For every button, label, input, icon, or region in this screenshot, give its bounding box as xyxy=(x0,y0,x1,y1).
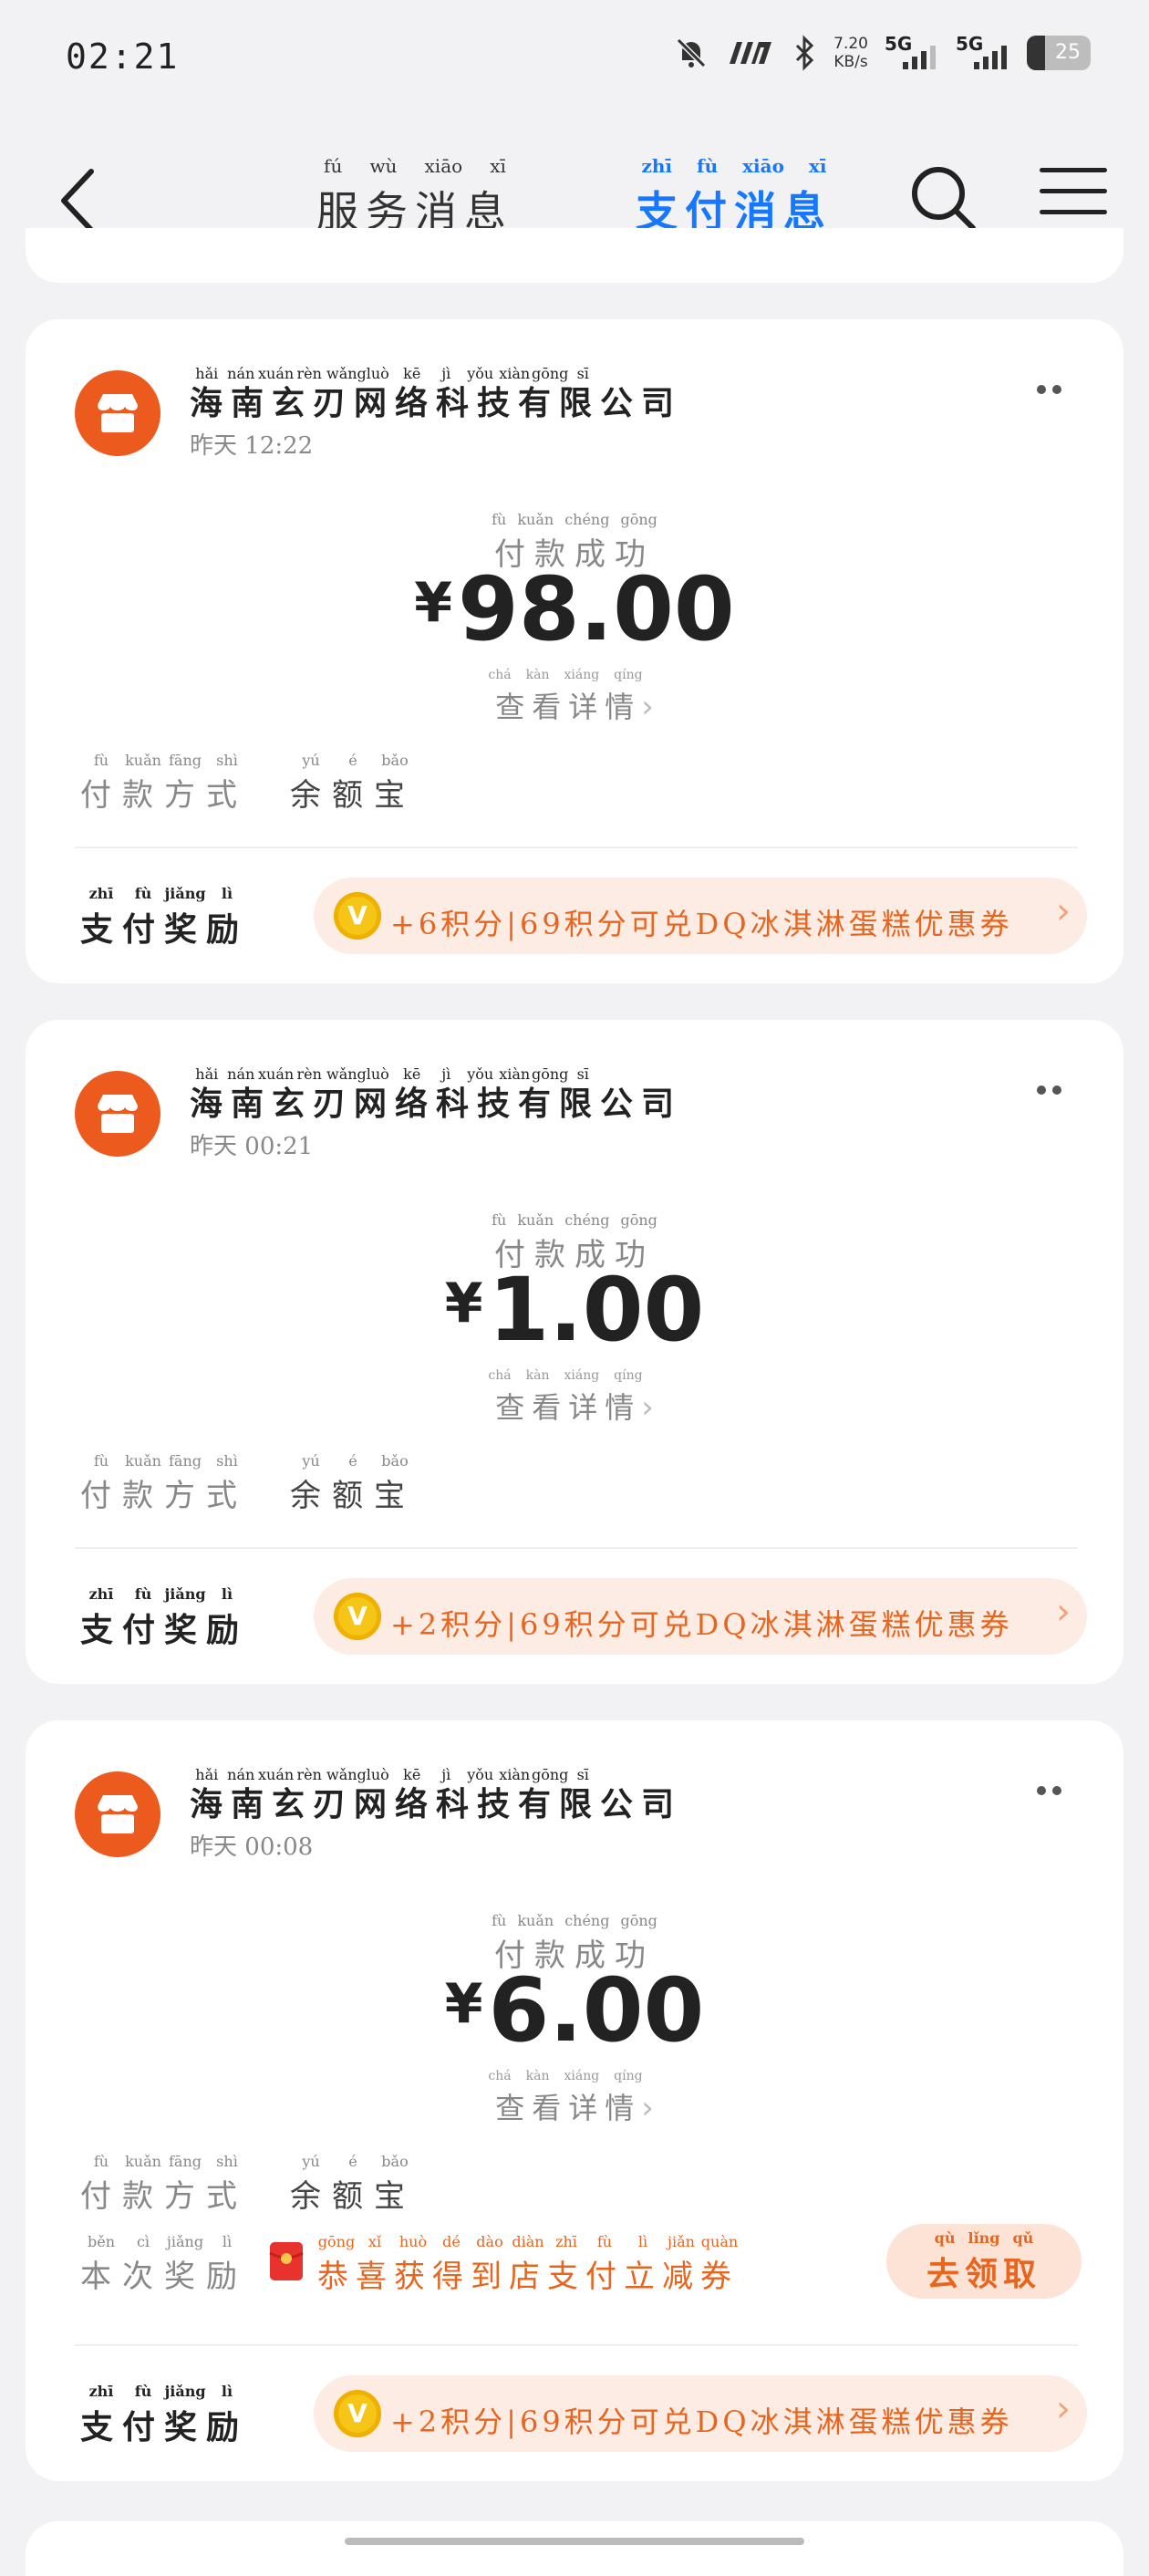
red-packet-icon xyxy=(269,2242,304,2280)
home-indicator[interactable] xyxy=(345,2538,804,2545)
payment-amount: ¥1.00 xyxy=(444,1259,705,1361)
message-time: 昨天 12:22 xyxy=(190,432,314,460)
reward-banner[interactable]: V +2积分|69积分可兑DQ冰淇淋蛋糕优惠券 › xyxy=(314,2375,1087,2452)
points-coin-icon: V xyxy=(334,892,381,940)
payment-method-label: 付款方式 xyxy=(80,777,248,814)
message-time: 昨天 00:08 xyxy=(190,1833,314,1861)
payment-method-value: yú é bǎo 余额宝 xyxy=(290,1452,416,1514)
chevron-right-icon: › xyxy=(641,689,654,725)
tab-payment-messages[interactable]: zhī fù xiāo xī 支付消息 xyxy=(625,155,844,273)
more-options-icon[interactable] xyxy=(1037,1085,1061,1095)
reward-text: +6积分|69积分可兑DQ冰淇淋蛋糕优惠券 xyxy=(390,907,1013,941)
view-details-link[interactable]: chá kàn xiáng qíng 查看详情› xyxy=(26,2069,1123,2127)
merchant-info: hǎi nán xuán rèn wǎng luò kē jì yǒu xiàn gōng sī 海南… xyxy=(190,365,682,461)
message-time: 昨天 00:21 xyxy=(190,1133,314,1160)
status-bar: 02:21 7.20 KB/s 5G 5G 25 xyxy=(0,0,1149,119)
bluetooth-icon xyxy=(796,35,814,71)
merchant-name: 海南玄刃网络科技有限公司 xyxy=(190,384,683,422)
clock: 02:21 xyxy=(66,36,180,77)
claim-button[interactable]: qù lǐng qǔ 去领取 xyxy=(886,2224,1082,2299)
battery-icon: 25 xyxy=(1027,36,1091,70)
bonus-label: běn cì jiǎng lì 本次奖励 xyxy=(80,2233,248,2295)
tab-pinyin: fú wù xiāo xī xyxy=(324,155,506,177)
merchant-pinyin: hǎi nán xuán rèn wǎng luò kē jì yǒu xiàn gōng sī xyxy=(195,1065,589,1083)
mute-bell-icon xyxy=(677,37,707,68)
payment-reward-label: zhī fù jiǎng lì 支付奖励 xyxy=(80,1585,249,1649)
payment-method-row: fù kuǎn fāng shì 付款方式 yú é bǎo 余额宝 xyxy=(80,1452,416,1514)
view-details-link[interactable]: chá kàn xiáng qíng 查看详情› xyxy=(26,668,1123,726)
payment-method-row: fù kuǎn fāng shì 付款方式 yú é bǎo 余额宝 xyxy=(80,2153,416,2215)
search-icon[interactable] xyxy=(907,162,980,235)
merchant-name: 海南玄刃网络科技有限公司 xyxy=(190,1785,683,1823)
payment-method-row: fù kuǎn fāng shì 付款方式 yú é bǎo 余额宝 xyxy=(80,752,416,814)
payment-card[interactable]: hǎi nán xuán rèn wǎng luò kē jì yǒu xiàn gōng sī 海南… xyxy=(26,1020,1123,1684)
payment-amount: ¥6.00 xyxy=(444,1959,705,2062)
chevron-right-icon: › xyxy=(1056,1591,1071,1633)
payment-reward-label: zhī fù jiǎng lì 支付奖励 xyxy=(80,2383,249,2446)
signal-2-icon: 5G xyxy=(956,33,1010,69)
payment-method-label: 付款方式 xyxy=(80,1478,248,1514)
chevron-right-icon: › xyxy=(1056,890,1071,932)
chevron-right-icon: › xyxy=(641,1389,654,1426)
divider xyxy=(75,2344,1078,2346)
merchant-avatar xyxy=(75,1771,160,1857)
chevron-right-icon: › xyxy=(1056,2388,1071,2430)
payment-method-value: yú é bǎo 余额宝 xyxy=(290,752,416,814)
tab-service-messages[interactable]: fú wù xiāo xī 服务消息 xyxy=(310,155,520,239)
payment-card[interactable]: hǎi nán xuán rèn wǎng luò kē jì yǒu xiàn gōng sī 海南… xyxy=(26,1720,1123,2481)
merchant-avatar xyxy=(75,1071,160,1157)
payment-method-label: 付款方式 xyxy=(80,2178,248,2215)
merchant-info: hǎi nán xuán rèn wǎng luò kē jì yǒu xiàn gōng sī 海南… xyxy=(190,1766,682,1862)
back-arrow-icon[interactable] xyxy=(53,164,108,237)
merchant-pinyin: hǎi nán xuán rèn wǎng luò kē jì yǒu xiàn gōng sī xyxy=(195,1766,589,1783)
divider xyxy=(75,847,1078,848)
merchant-info: hǎi nán xuán rèn wǎng luò kē jì yǒu xiàn gōng sī 海南… xyxy=(190,1065,682,1161)
points-coin-icon: V xyxy=(334,2390,381,2437)
merchant-name: 海南玄刃网络科技有限公司 xyxy=(190,1085,683,1123)
reward-banner[interactable]: V +2积分|69积分可兑DQ冰淇淋蛋糕优惠券 › xyxy=(314,1578,1087,1655)
menu-icon[interactable] xyxy=(1040,168,1107,223)
reward-text: +2积分|69积分可兑DQ冰淇淋蛋糕优惠券 xyxy=(390,2405,1013,2439)
payment-amount: ¥98.00 xyxy=(414,558,735,660)
more-options-icon[interactable] xyxy=(1037,1786,1061,1795)
next-card-edge xyxy=(26,2521,1123,2576)
points-coin-icon: V xyxy=(334,1593,381,1640)
divider xyxy=(75,1547,1078,1549)
reward-text: +2积分|69积分可兑DQ冰淇淋蛋糕优惠券 xyxy=(390,1607,1013,1642)
payment-reward-label: zhī fù jiǎng lì 支付奖励 xyxy=(80,885,249,949)
bonus-coupon-text: gōng xǐ huò dé dào diàn zhī fù lì jiǎn quàn 恭喜获得到店… xyxy=(317,2233,739,2295)
merchant-pinyin: hǎi nán xuán rèn wǎng luò kē jì yǒu xiàn gōng sī xyxy=(195,365,589,382)
chevron-right-icon: › xyxy=(641,2090,654,2126)
shop-icon xyxy=(98,1095,138,1133)
more-options-icon[interactable] xyxy=(1037,385,1061,394)
previous-card-edge xyxy=(26,228,1123,283)
reward-banner[interactable]: V +6积分|69积分可兑DQ冰淇淋蛋糕优惠券 › xyxy=(314,878,1087,954)
signal-1-icon: 5G xyxy=(885,33,939,69)
view-details-link[interactable]: chá kàn xiáng qíng 查看详情› xyxy=(26,1368,1123,1427)
payment-card[interactable]: hǎi nán xuán rèn wǎng luò kē jì yǒu xiàn gōng sī 海南… xyxy=(26,319,1123,983)
merchant-avatar xyxy=(75,370,160,456)
network-speed: 7.20 KB/s xyxy=(833,35,868,71)
tab-pinyin: zhī fù xiāo xī xyxy=(641,155,827,177)
shop-icon xyxy=(98,394,138,432)
payment-method-value: yú é bǎo 余额宝 xyxy=(290,2153,416,2215)
status-icons: 7.20 KB/s 5G 5G 25 xyxy=(673,33,1091,71)
shop-icon xyxy=(98,1795,138,1833)
hd-icon xyxy=(730,42,772,64)
